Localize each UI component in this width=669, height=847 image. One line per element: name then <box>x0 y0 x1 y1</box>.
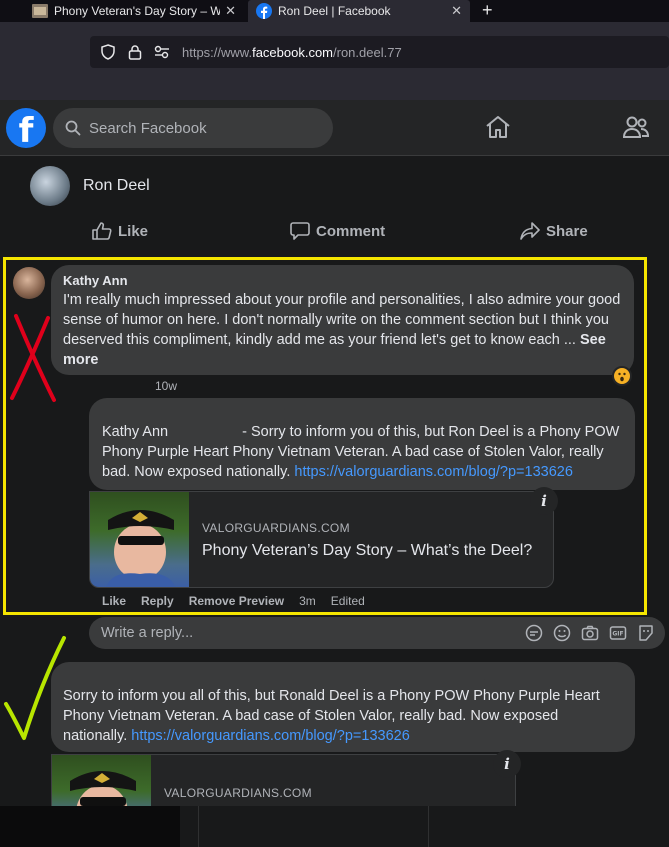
reply-timestamp[interactable]: 3m <box>299 594 316 608</box>
svg-text:GIF: GIF <box>612 631 623 638</box>
comment-timestamp[interactable]: 10w <box>155 379 177 393</box>
poster-name[interactable]: Ron Deel <box>83 177 150 195</box>
avatar-sticker-icon[interactable] <box>525 624 543 642</box>
comment-bubble-2: Sorry to inform you all of this, but Ron… <box>51 662 635 752</box>
preview-domain: VALORGUARDIANS.COM <box>202 521 350 535</box>
facebook-favicon-icon <box>256 3 272 19</box>
comment2-link[interactable]: https://valorguardians.com/blog/?p=13362… <box>131 728 410 744</box>
browser-tab-strip: Phony Veteran's Day Story – Wh ✕ Ron Dee… <box>0 0 669 22</box>
divider <box>198 806 199 847</box>
poster-avatar[interactable] <box>30 166 70 206</box>
tab-title: Ron Deel | Facebook <box>278 4 391 18</box>
search-input[interactable] <box>89 119 309 137</box>
reply-toolbar: GIF <box>525 624 655 642</box>
search-icon <box>65 120 81 136</box>
reply-link[interactable]: https://valorguardians.com/blog/?p=13362… <box>294 464 573 480</box>
share-label: Share <box>546 222 588 240</box>
veteran-photo-icon <box>106 510 176 587</box>
bottom-dark-panel <box>0 806 180 847</box>
link-preview-card[interactable]: VALORGUARDIANS.COM Phony Veteran’s Day S… <box>89 491 554 588</box>
tab-valorguardians[interactable]: Phony Veteran's Day Story – Wh ✕ <box>26 0 244 22</box>
gif-icon[interactable]: GIF <box>609 624 627 642</box>
comment-text: I'm really much impressed about your pro… <box>63 292 621 348</box>
preview-title[interactable]: Phony Veteran’s Day Story – What’s the D… <box>202 542 532 560</box>
reply-reply-link[interactable]: Reply <box>141 594 174 608</box>
like-label: Like <box>118 222 149 240</box>
url-domain: facebook.com <box>252 44 334 60</box>
friends-icon[interactable] <box>622 114 650 140</box>
close-tab-icon[interactable]: ✕ <box>225 3 236 19</box>
share-icon <box>520 222 540 240</box>
comment-icon <box>290 222 310 240</box>
reply-like-link[interactable]: Like <box>102 594 126 608</box>
tab-title: Phony Veteran's Day Story – Wh <box>54 4 220 18</box>
site-favicon-icon <box>32 4 48 18</box>
tab-facebook[interactable]: Ron Deel | Facebook ✕ <box>248 0 470 22</box>
permissions-icon[interactable] <box>154 45 170 59</box>
new-tab-button[interactable]: + <box>482 0 493 20</box>
address-bar[interactable]: https://www.facebook.com/ron.deel.77 <box>90 36 669 68</box>
edited-label[interactable]: Edited <box>331 594 365 608</box>
link-preview-card-2[interactable]: VALORGUARDIANS.COM <box>51 754 516 806</box>
comment-label: Comment <box>316 222 386 240</box>
lock-icon[interactable] <box>128 44 142 60</box>
url-text[interactable]: https://www.facebook.com/ron.deel.77 <box>182 45 402 60</box>
preview-image <box>90 492 189 587</box>
url-path: /ron.deel.77 <box>333 44 402 60</box>
browser-nav-bar: https://www.facebook.com/ron.deel.77 <box>0 22 669 100</box>
preview-domain-2: VALORGUARDIANS.COM <box>164 786 312 800</box>
surprised-face-icon <box>614 368 630 384</box>
comment-bubble: Kathy Ann I'm really much impressed abou… <box>51 265 634 375</box>
wow-reaction-icon[interactable] <box>612 366 632 386</box>
comment-button[interactable]: Comment <box>290 222 385 240</box>
info-icon-2[interactable]: i <box>493 750 521 778</box>
thumbs-up-icon <box>92 222 112 240</box>
sticker-icon[interactable] <box>637 624 655 642</box>
reply-mention[interactable]: Kathy Ann <box>102 424 168 440</box>
preview-image-2 <box>52 755 151 806</box>
camera-icon[interactable] <box>581 624 599 642</box>
reply-input-box[interactable]: GIF <box>89 617 665 649</box>
post-action-bar: Like Comment Share <box>0 222 669 250</box>
bottom-bar <box>0 806 669 847</box>
emoji-icon[interactable] <box>553 624 571 642</box>
shield-icon[interactable] <box>100 44 116 60</box>
share-button[interactable]: Share <box>520 222 588 240</box>
facebook-logo-icon[interactable]: f <box>6 108 46 148</box>
close-tab-icon[interactable]: ✕ <box>451 3 462 19</box>
reply-bubble: Kathy Ann - Sorry to inform you of this,… <box>89 398 635 490</box>
info-icon[interactable]: i <box>530 487 558 515</box>
reply-input[interactable] <box>101 625 501 641</box>
veteran-photo-icon <box>70 771 136 806</box>
comment-author[interactable]: Kathy Ann <box>63 273 622 289</box>
like-button[interactable]: Like <box>92 222 148 240</box>
search-bar[interactable] <box>53 108 333 148</box>
facebook-header: f <box>0 100 669 156</box>
home-icon[interactable] <box>484 114 512 140</box>
reply-meta-bar: Like Reply Remove Preview 3m Edited <box>102 594 380 608</box>
remove-preview-link[interactable]: Remove Preview <box>189 594 284 608</box>
commenter-avatar[interactable] <box>13 267 45 299</box>
url-prefix: https://www. <box>182 44 253 60</box>
divider <box>428 806 429 847</box>
